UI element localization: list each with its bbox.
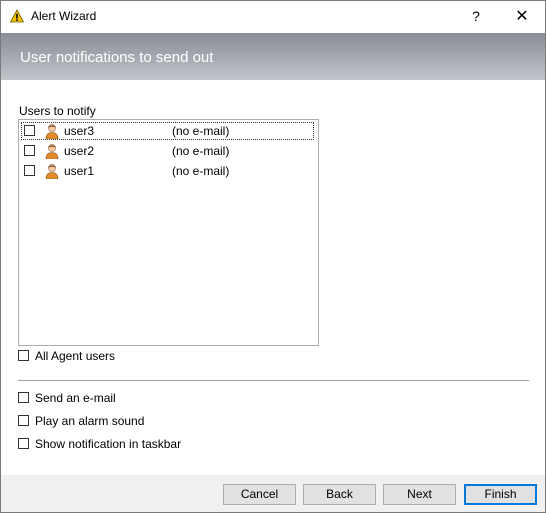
button-bar: Cancel Back Next Finish bbox=[1, 475, 545, 512]
warning-icon bbox=[10, 9, 24, 23]
send-email-checkbox[interactable] bbox=[18, 392, 29, 403]
user-icon bbox=[45, 144, 59, 159]
user-checkbox[interactable] bbox=[24, 145, 35, 156]
window-title: Alert Wizard bbox=[31, 9, 97, 23]
send-email-label[interactable]: Send an e-mail bbox=[35, 391, 116, 405]
list-item[interactable]: user3 (no e-mail) bbox=[21, 122, 314, 140]
user-name: user1 bbox=[64, 164, 95, 178]
cancel-button[interactable]: Cancel bbox=[223, 484, 296, 505]
user-email: (no e-mail) bbox=[172, 144, 230, 158]
close-button[interactable]: ✕ bbox=[499, 1, 545, 32]
all-agent-users-checkbox[interactable] bbox=[18, 350, 29, 361]
play-alarm-label[interactable]: Play an alarm sound bbox=[35, 414, 144, 428]
user-icon bbox=[45, 164, 59, 179]
user-icon bbox=[45, 124, 59, 139]
wizard-header-banner: User notifications to send out bbox=[1, 33, 545, 80]
show-taskbar-checkbox[interactable] bbox=[18, 438, 29, 449]
user-email: (no e-mail) bbox=[172, 164, 230, 178]
next-button[interactable]: Next bbox=[383, 484, 456, 505]
user-name: user3 bbox=[64, 124, 95, 138]
help-button[interactable]: ? bbox=[453, 1, 499, 32]
list-item[interactable]: user1 (no e-mail) bbox=[21, 162, 314, 180]
users-list[interactable]: user3 (no e-mail) user2 (no e-mail) user… bbox=[18, 119, 319, 346]
play-alarm-checkbox[interactable] bbox=[18, 415, 29, 426]
back-button[interactable]: Back bbox=[303, 484, 376, 505]
title-bar: Alert Wizard ? ✕ bbox=[1, 1, 545, 32]
divider bbox=[18, 380, 529, 381]
all-agent-users-label[interactable]: All Agent users bbox=[35, 349, 115, 363]
user-checkbox[interactable] bbox=[24, 165, 35, 176]
user-email: (no e-mail) bbox=[172, 124, 230, 138]
show-taskbar-label[interactable]: Show notification in taskbar bbox=[35, 437, 181, 451]
alert-wizard-window: Alert Wizard ? ✕ User notifications to s… bbox=[0, 0, 546, 513]
users-to-notify-label: Users to notify bbox=[19, 104, 96, 118]
user-name: user2 bbox=[64, 144, 95, 158]
wizard-step-title: User notifications to send out bbox=[20, 49, 214, 66]
list-item[interactable]: user2 (no e-mail) bbox=[21, 142, 314, 160]
finish-button[interactable]: Finish bbox=[464, 484, 537, 505]
user-checkbox[interactable] bbox=[24, 125, 35, 136]
